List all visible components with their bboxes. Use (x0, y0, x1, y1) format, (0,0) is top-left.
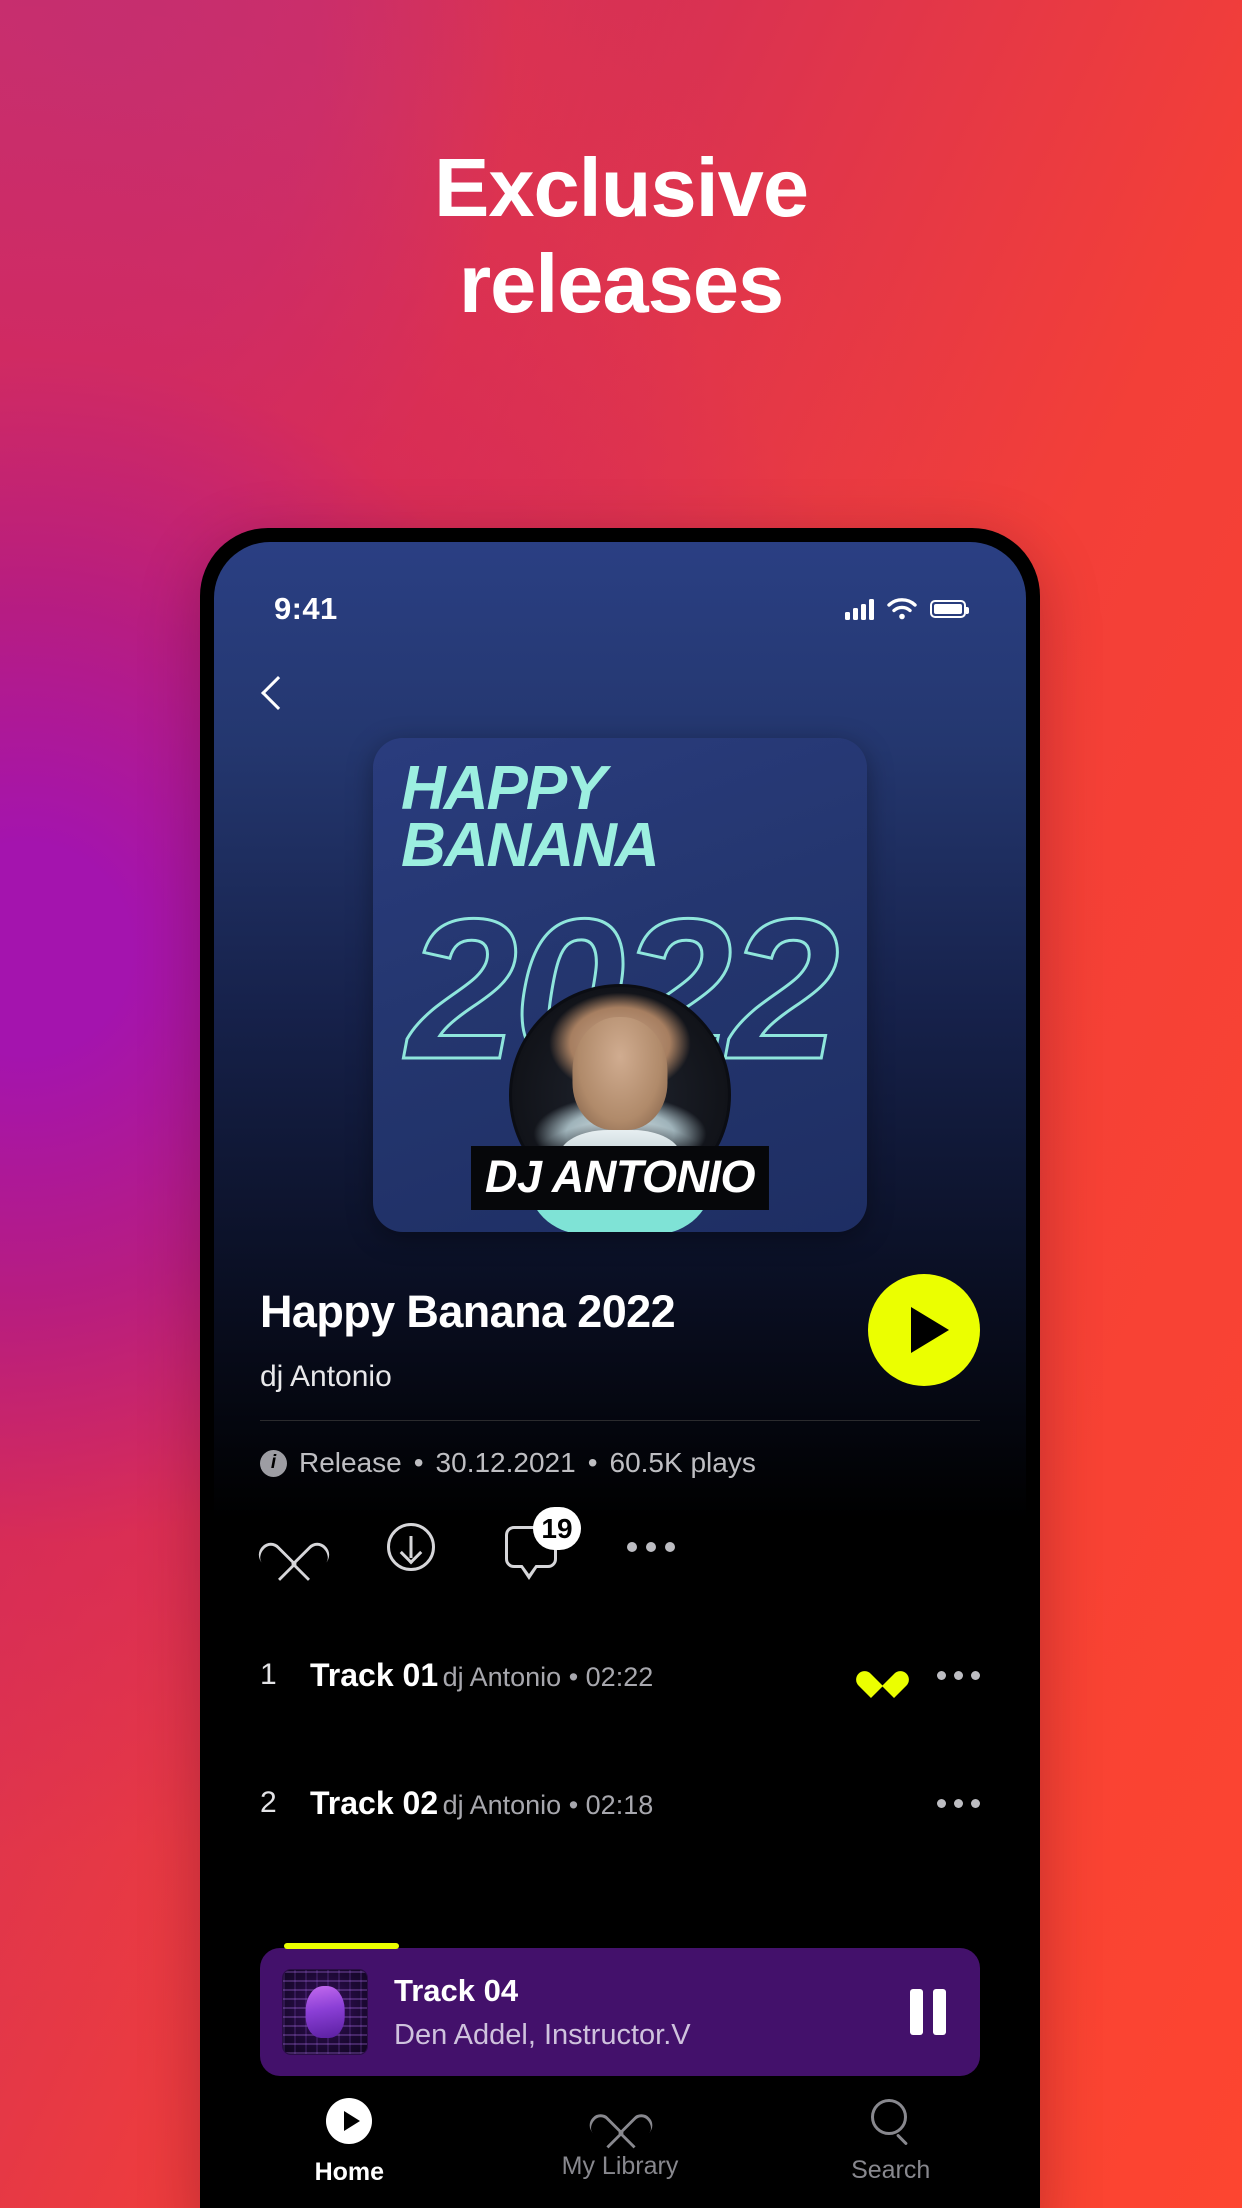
track-number: 2 (260, 1786, 277, 1819)
track-duration: 02:22 (585, 1661, 654, 1692)
release-header: Happy Banana 2022 dj Antonio (214, 1232, 1026, 1394)
release-meta: i Release • 30.12.2021 • 60.5K plays (214, 1421, 1026, 1479)
track-duration: 02:18 (585, 1789, 654, 1820)
track-subtitle: dj Antonio • 02:22 (443, 1662, 654, 1692)
tab-my-library[interactable]: My Library (485, 2098, 756, 2181)
ellipsis-icon (627, 1542, 675, 1552)
track-subtitle: dj Antonio • 02:18 (443, 1790, 654, 1820)
meta-type: Release (299, 1447, 402, 1478)
track-artist: dj Antonio (442, 1789, 562, 1820)
page-title: Happy Banana 2022 (260, 1286, 676, 1337)
headline-line-2: releases (458, 237, 784, 331)
track-more-button[interactable] (937, 1670, 980, 1680)
release-title-group: Happy Banana 2022 dj Antonio (260, 1280, 676, 1394)
track-list: 1 Track 01 dj Antonio • 02:22 2 Track 02… (214, 1571, 1026, 1867)
album-art-wrapper: HAPPY BANANA 2022 DJ ANTONIO (214, 738, 1026, 1232)
tab-search-label: Search (851, 2156, 931, 2184)
action-bar: 19 (214, 1479, 1026, 1580)
track-actions (867, 1660, 980, 1690)
download-circle-icon (387, 1523, 435, 1571)
track-separator: • (568, 1789, 579, 1820)
chevron-left-icon[interactable] (260, 676, 282, 714)
mini-player[interactable]: Track 04 Den Addel, Instructor.V (260, 1943, 980, 2076)
meta-separator-1: • (413, 1447, 424, 1478)
track-title: Track 02 (310, 1784, 439, 1821)
release-artist[interactable]: dj Antonio (260, 1360, 675, 1394)
album-art[interactable]: HAPPY BANANA 2022 DJ ANTONIO (373, 738, 867, 1232)
wifi-icon (887, 598, 917, 620)
tab-home-label: Home (314, 2158, 385, 2186)
mini-player-artist: Den Addel, Instructor.V (394, 2018, 691, 2051)
track-separator: • (568, 1661, 579, 1692)
tab-home[interactable]: Home (214, 2098, 485, 2187)
home-play-icon (326, 2098, 373, 2144)
play-icon (910, 1307, 949, 1353)
track-title: Track 01 (310, 1656, 439, 1693)
track-like-button[interactable] (867, 1660, 899, 1690)
track-number: 1 (260, 1658, 277, 1691)
status-icons (845, 598, 969, 620)
table-row[interactable]: 2 Track 02 dj Antonio • 02:18 (260, 1739, 980, 1867)
tab-search[interactable]: Search (755, 2098, 1026, 2185)
heart-filled-icon (867, 1660, 899, 1690)
table-row[interactable]: 1 Track 01 dj Antonio • 02:22 (260, 1611, 980, 1739)
more-options-button[interactable] (627, 1542, 675, 1552)
promo-headline: Exclusive releases (0, 140, 1242, 333)
play-button[interactable] (868, 1274, 980, 1386)
status-time: 9:41 (274, 591, 338, 626)
info-icon: i (260, 1449, 287, 1477)
track-actions (937, 1798, 980, 1808)
album-art-title: HAPPY BANANA (401, 758, 853, 877)
tab-my-library-label: My Library (561, 2152, 679, 2180)
track-more-button[interactable] (937, 1798, 980, 1808)
meta-separator-2: • (587, 1447, 598, 1478)
mini-player-text: Track 04 Den Addel, Instructor.V (394, 1973, 884, 2052)
back-nav-row[interactable] (214, 646, 1026, 732)
mini-player-title: Track 04 (394, 1972, 519, 2008)
meta-plays: 60.5K plays (609, 1447, 756, 1478)
comment-count-badge: 19 (533, 1507, 581, 1550)
track-artist: dj Antonio (442, 1661, 562, 1692)
pause-icon (910, 1989, 923, 2035)
pause-button[interactable] (910, 1989, 946, 2035)
phone-screen: 9:41 HAPPY BANANA 2022 (214, 542, 1026, 2208)
track-info: Track 01 dj Antonio • 02:22 (310, 1657, 837, 1694)
heart-outline-icon (270, 1525, 317, 1569)
heart-outline-icon (599, 2098, 641, 2138)
bottom-tab-bar: Home My Library Search (214, 2076, 1026, 2208)
cellular-signal-icon (845, 598, 874, 620)
like-button[interactable] (270, 1525, 317, 1569)
download-button[interactable] (387, 1523, 435, 1571)
track-info: Track 02 dj Antonio • 02:18 (310, 1785, 907, 1822)
search-icon (869, 2098, 913, 2142)
album-art-line-2: BANANA (401, 811, 660, 881)
album-art-artist-badge: DJ ANTONIO (470, 1146, 770, 1210)
meta-date: 30.12.2021 (435, 1447, 576, 1478)
comment-button[interactable]: 19 (505, 1507, 581, 1580)
headline-line-1: Exclusive (434, 141, 809, 234)
mini-player-thumbnail (282, 1969, 368, 2055)
playback-progress-bar[interactable] (284, 1943, 399, 1949)
phone-mockup: 9:41 HAPPY BANANA 2022 (200, 528, 1040, 2208)
battery-full-icon (930, 600, 969, 618)
status-bar: 9:41 (214, 542, 1026, 646)
